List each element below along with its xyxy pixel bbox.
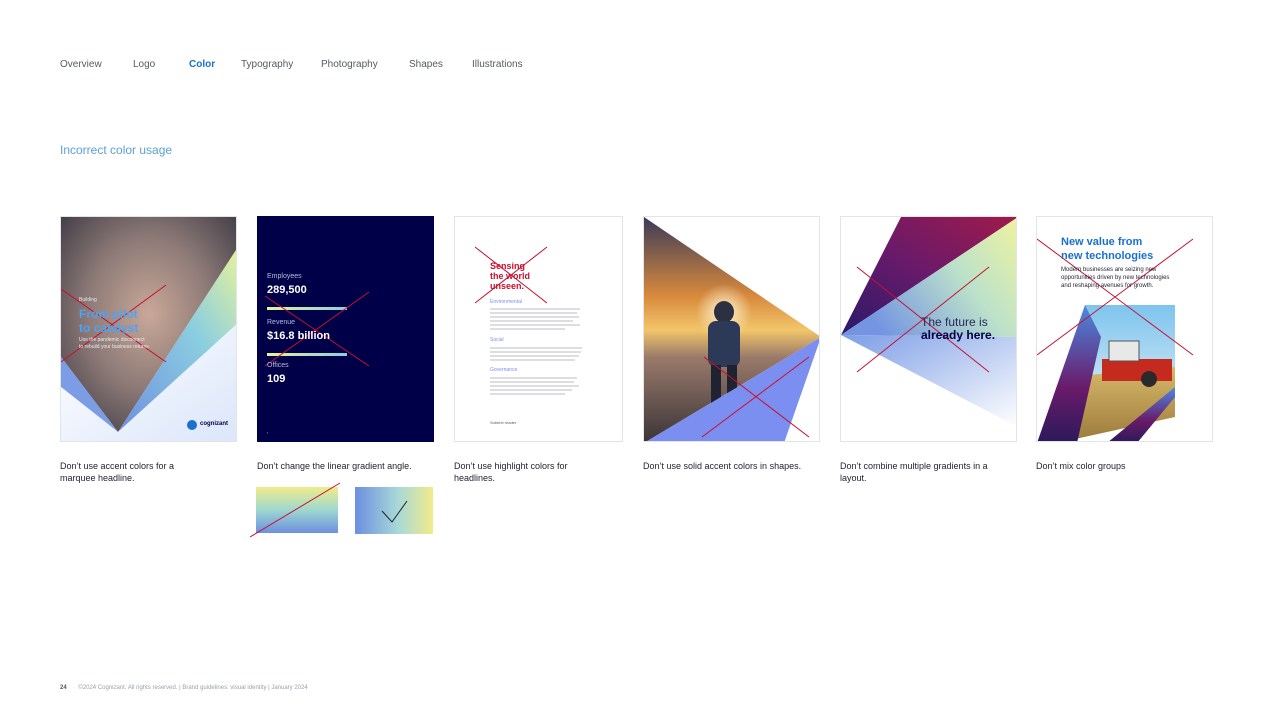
caption-highlight-headline: Don’t use highlight colors for headlines… [454,461,568,483]
card-5-line-2: already here. [921,328,996,342]
card-6-body-line-1: Modern businesses are seizing new [1061,267,1157,273]
card-3-section-social: Social [490,337,504,343]
top-nav: Overview Logo Color Typography Photograp… [60,59,552,70]
nav-illustrations[interactable]: Illustrations [472,59,552,70]
card-1-body-line-1: Use the pandemic disconnect [79,337,145,343]
card-1-headline-line-2: to catalyst [79,321,139,335]
stat-value-employees: 289,500 [267,284,307,296]
page-footer: 24 ©2024 Cognizant. All rights reserved.… [60,685,308,691]
gradient-swatch-correct [355,487,433,534]
nav-photography[interactable]: Photography [321,59,409,70]
card-3-artwork [474,246,582,395]
nav-color[interactable]: Color [189,59,241,70]
gradient-swatch-incorrect [249,482,341,538]
card-3-footer-note: Subtext reader [490,420,517,425]
card-3-headline-line-3: unseen. [490,281,525,291]
nav-typography[interactable]: Typography [241,59,321,70]
card-5-line-1: The future is [921,315,988,329]
card-1-small-label: Building [79,297,97,303]
example-card-mixed-color-groups: New value from new technologies Modern b… [1036,216,1213,442]
card-3-headline-line-2: the world [490,271,530,281]
stat-label-revenue: Revenue [267,319,296,326]
caption-accent-headline: Don’t use accent colors for a marquee he… [60,461,175,483]
example-card-gradient-angle: ▪ Employees 289,500 Revenue $16.8 billio… [257,216,434,442]
card-4-artwork [644,217,819,441]
card-1-body-line-2: to rebuild your business returns [79,344,149,350]
example-card-solid-accent-shape [643,216,820,442]
example-card-highlight-headline: Sensing the world unseen. Environmental … [454,216,623,442]
svg-text:▪: ▪ [267,430,269,435]
stat-label-offices: Offices [267,362,289,369]
example-card-accent-headline: Building From pilot to catalyst Use the … [60,216,237,442]
card-1-logo: cognizant [200,421,228,427]
nav-logo[interactable]: Logo [133,59,189,70]
caption-solid-accent-shape: Don’t use solid accent colors in shapes. [643,461,802,471]
footer-text: ©2024 Cognizant. All rights reserved. | … [78,685,308,691]
nav-overview[interactable]: Overview [60,59,133,70]
card-2-artwork: ▪ [264,291,370,435]
caption-gradient-angle: Don’t change the linear gradient angle. [257,461,412,471]
stat-label-employees: Employees [267,273,302,280]
card-1-headline-line-1: From pilot [79,307,138,321]
card-6-body-line-3: and reshaping avenues for growth. [1061,283,1154,289]
example-card-multiple-gradients: The future is already here. [840,216,1017,442]
card-3-section-environmental: Environmental [490,299,522,305]
stat-value-revenue: $16.8 billion [267,330,330,342]
card-6-headline-line-1: New value from [1061,236,1143,248]
page-number: 24 [60,685,67,691]
nav-shapes[interactable]: Shapes [409,59,472,70]
card-3-section-governance: Governance [490,367,518,373]
caption-multiple-gradients: Don’t combine multiple gradients in a la… [840,461,988,483]
caption-mixed-color-groups: Don’t mix color groups [1036,461,1126,471]
stat-value-offices: 109 [267,373,286,385]
card-6-body-line-2: opportunities driven by new technologies [1061,275,1170,281]
card-6-headline-line-2: new technologies [1061,250,1154,262]
card-3-headline-line-1: Sensing [490,261,526,271]
section-title: Incorrect color usage [60,143,173,157]
